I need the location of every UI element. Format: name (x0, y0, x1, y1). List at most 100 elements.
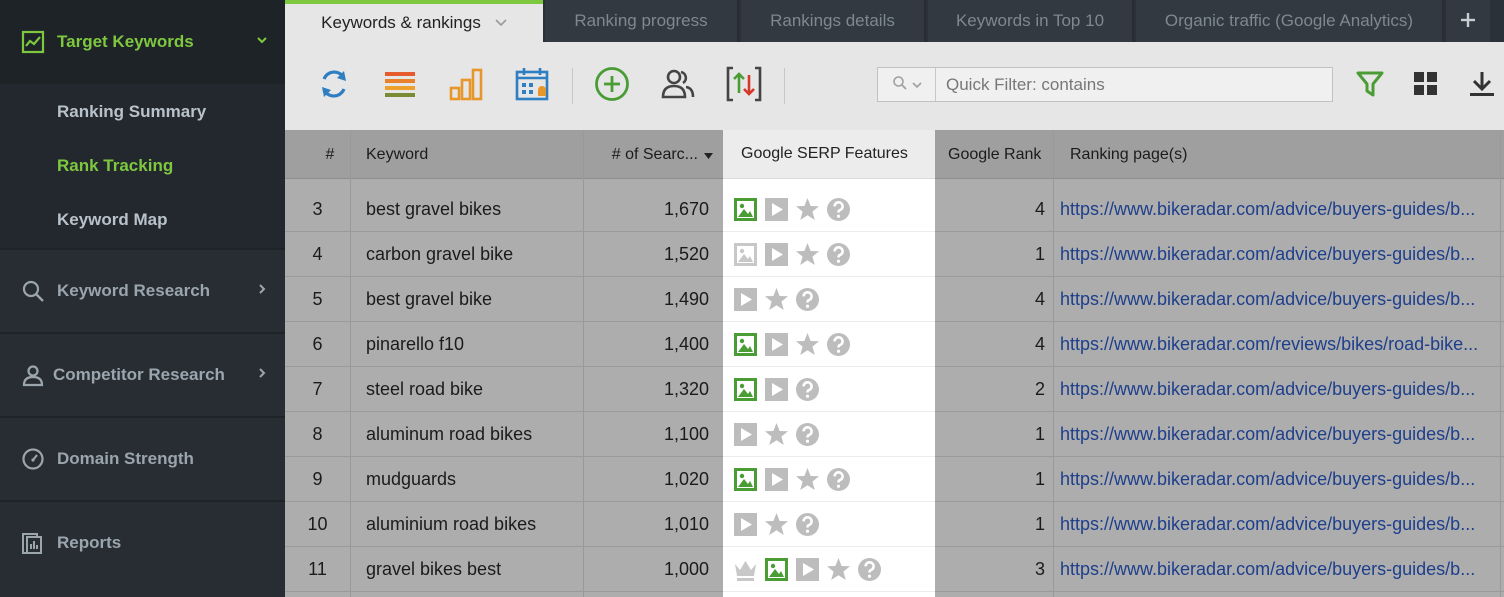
toolbar-separator (572, 68, 573, 104)
row-number: 5 (312, 289, 323, 309)
row-number: 8 (312, 424, 323, 444)
star-icon (764, 422, 789, 447)
sidebar-item-ranking-summary[interactable]: Ranking Summary (57, 102, 206, 122)
keyword-cell: best gravel bike (366, 289, 493, 309)
sidebar-item-keyword-map[interactable]: Keyword Map (57, 210, 168, 230)
keyword-cell: pinarello f10 (366, 334, 465, 354)
column-header-number[interactable]: # (285, 130, 375, 179)
competitors-button[interactable] (658, 66, 698, 106)
serp-features-cell (723, 502, 935, 547)
add-tab-button[interactable] (1446, 0, 1490, 42)
toolbar-separator (784, 68, 785, 104)
video-icon (764, 377, 789, 402)
serp-features-cell (723, 457, 935, 502)
question-icon (795, 287, 820, 312)
google-rank-cell: 1 (1034, 424, 1045, 444)
column-header-ranking-pages[interactable]: Ranking page(s) (1070, 130, 1187, 179)
tab-organic-traffic[interactable]: Organic traffic (Google Analytics) (1136, 0, 1444, 42)
star-icon (795, 332, 820, 357)
sidebar-item-rank-tracking[interactable]: Rank Tracking (57, 156, 173, 176)
question-icon (795, 422, 820, 447)
filter-button[interactable] (1350, 66, 1390, 106)
grid-view-button[interactable] (1406, 66, 1446, 106)
columns-button[interactable] (380, 66, 420, 106)
quick-filter-input[interactable] (936, 68, 1332, 101)
schedule-button[interactable] (512, 66, 552, 106)
gauge-icon (20, 446, 46, 472)
ranking-page-link[interactable]: https://www.bikeradar.com/reviews/bikes/… (1060, 322, 1500, 367)
ranking-page-link[interactable]: https://www.bikeradar.com/advice/buyers-… (1060, 277, 1500, 322)
keyword-cell: aluminium road bikes (366, 514, 537, 534)
column-header-keyword[interactable]: Keyword (366, 130, 428, 179)
tab-keywords-top-10[interactable]: Keywords in Top 10 (928, 0, 1134, 42)
ranking-page-link[interactable]: https://www.bikeradar.com/advice/buyers-… (1060, 187, 1500, 232)
ranking-page-link[interactable]: https://www.bikeradar.com/advice/buyers-… (1060, 457, 1500, 502)
sidebar-submenu: Ranking Summary Rank Tracking Keyword Ma… (0, 84, 285, 248)
image-icon (733, 197, 758, 222)
sidebar-item-competitor-research[interactable]: Competitor Research (0, 334, 285, 416)
question-icon (826, 467, 851, 492)
search-icon (892, 75, 908, 94)
searches-cell: 1,400 (663, 334, 709, 354)
toolbar (285, 42, 1504, 130)
list-icon (383, 67, 417, 106)
video-icon (764, 242, 789, 267)
ranking-page-link[interactable]: https://www.bikeradar.com/advice/buyers-… (1060, 367, 1500, 412)
searches-cell: 1,020 (663, 469, 709, 489)
serp-features-cell (723, 412, 935, 457)
google-rank-cell: 4 (1034, 334, 1045, 354)
video-icon (795, 557, 820, 582)
refresh-button[interactable] (314, 66, 354, 106)
star-icon (795, 467, 820, 492)
sort-button[interactable] (724, 66, 764, 106)
sidebar-item-target-keywords[interactable]: Target Keywords (0, 0, 285, 84)
video-icon (733, 287, 758, 312)
ranking-page-link[interactable]: https://www.bikeradar.com/advice/buyers-… (1060, 232, 1500, 277)
add-icon (594, 66, 630, 107)
sidebar-item-domain-strength[interactable]: Domain Strength (0, 418, 285, 500)
column-header-serp-features[interactable]: Google SERP Features (723, 130, 935, 179)
search-icon (20, 278, 46, 304)
column-header-searches[interactable]: # of Searc... (583, 130, 713, 179)
download-button[interactable] (1462, 66, 1502, 106)
sidebar-item-reports[interactable]: Reports (0, 502, 285, 584)
sidebar-item-label: Competitor Research (53, 365, 225, 384)
question-icon (795, 377, 820, 402)
add-keyword-button[interactable] (592, 66, 632, 106)
row-number: 7 (312, 379, 323, 399)
tab-rankings-details[interactable]: Rankings details (741, 0, 926, 42)
google-rank-cell: 1 (1034, 244, 1045, 264)
column-header-google-rank[interactable]: Google Rank (948, 130, 1041, 179)
ranking-page-link[interactable]: https://www.bikeradar.com/advice/buyers-… (1060, 412, 1500, 457)
ranking-page-link[interactable]: https://www.bikeradar.com/advice/buyers-… (1060, 547, 1500, 592)
star-icon (764, 512, 789, 537)
star-icon (764, 287, 789, 312)
row-number: 9 (312, 469, 323, 489)
chevron-down-icon[interactable] (495, 16, 507, 30)
keyword-cell: best gravel bikes (366, 199, 502, 219)
tab-keywords-rankings[interactable]: Keywords & rankings (285, 0, 543, 42)
star-icon (795, 197, 820, 222)
serp-features-cell (723, 232, 935, 277)
sort-descending-icon (704, 146, 713, 164)
refresh-icon (317, 67, 351, 106)
chevron-down-icon (911, 78, 922, 92)
google-rank-cell: 4 (1034, 199, 1045, 219)
report-icon (20, 530, 46, 556)
google-rank-cell: 1 (1034, 469, 1045, 489)
sidebar-item-keyword-research[interactable]: Keyword Research (0, 250, 285, 332)
chart-button[interactable] (446, 66, 486, 106)
video-icon (764, 197, 789, 222)
sort-icon (725, 65, 763, 108)
tab-ranking-progress[interactable]: Ranking progress (545, 0, 739, 42)
chevron-down-icon (256, 33, 268, 51)
serp-features-column: Google SERP Features (723, 130, 935, 597)
filter-search-dropdown[interactable] (878, 68, 936, 101)
video-icon (733, 422, 758, 447)
image-icon (733, 377, 758, 402)
ranking-page-link[interactable]: https://www.bikeradar.com/advice/buyers-… (1060, 502, 1500, 547)
serp-features-cell (723, 322, 935, 367)
star-icon (795, 242, 820, 267)
grid-view-icon (1413, 71, 1439, 102)
google-rank-cell: 4 (1034, 289, 1045, 309)
